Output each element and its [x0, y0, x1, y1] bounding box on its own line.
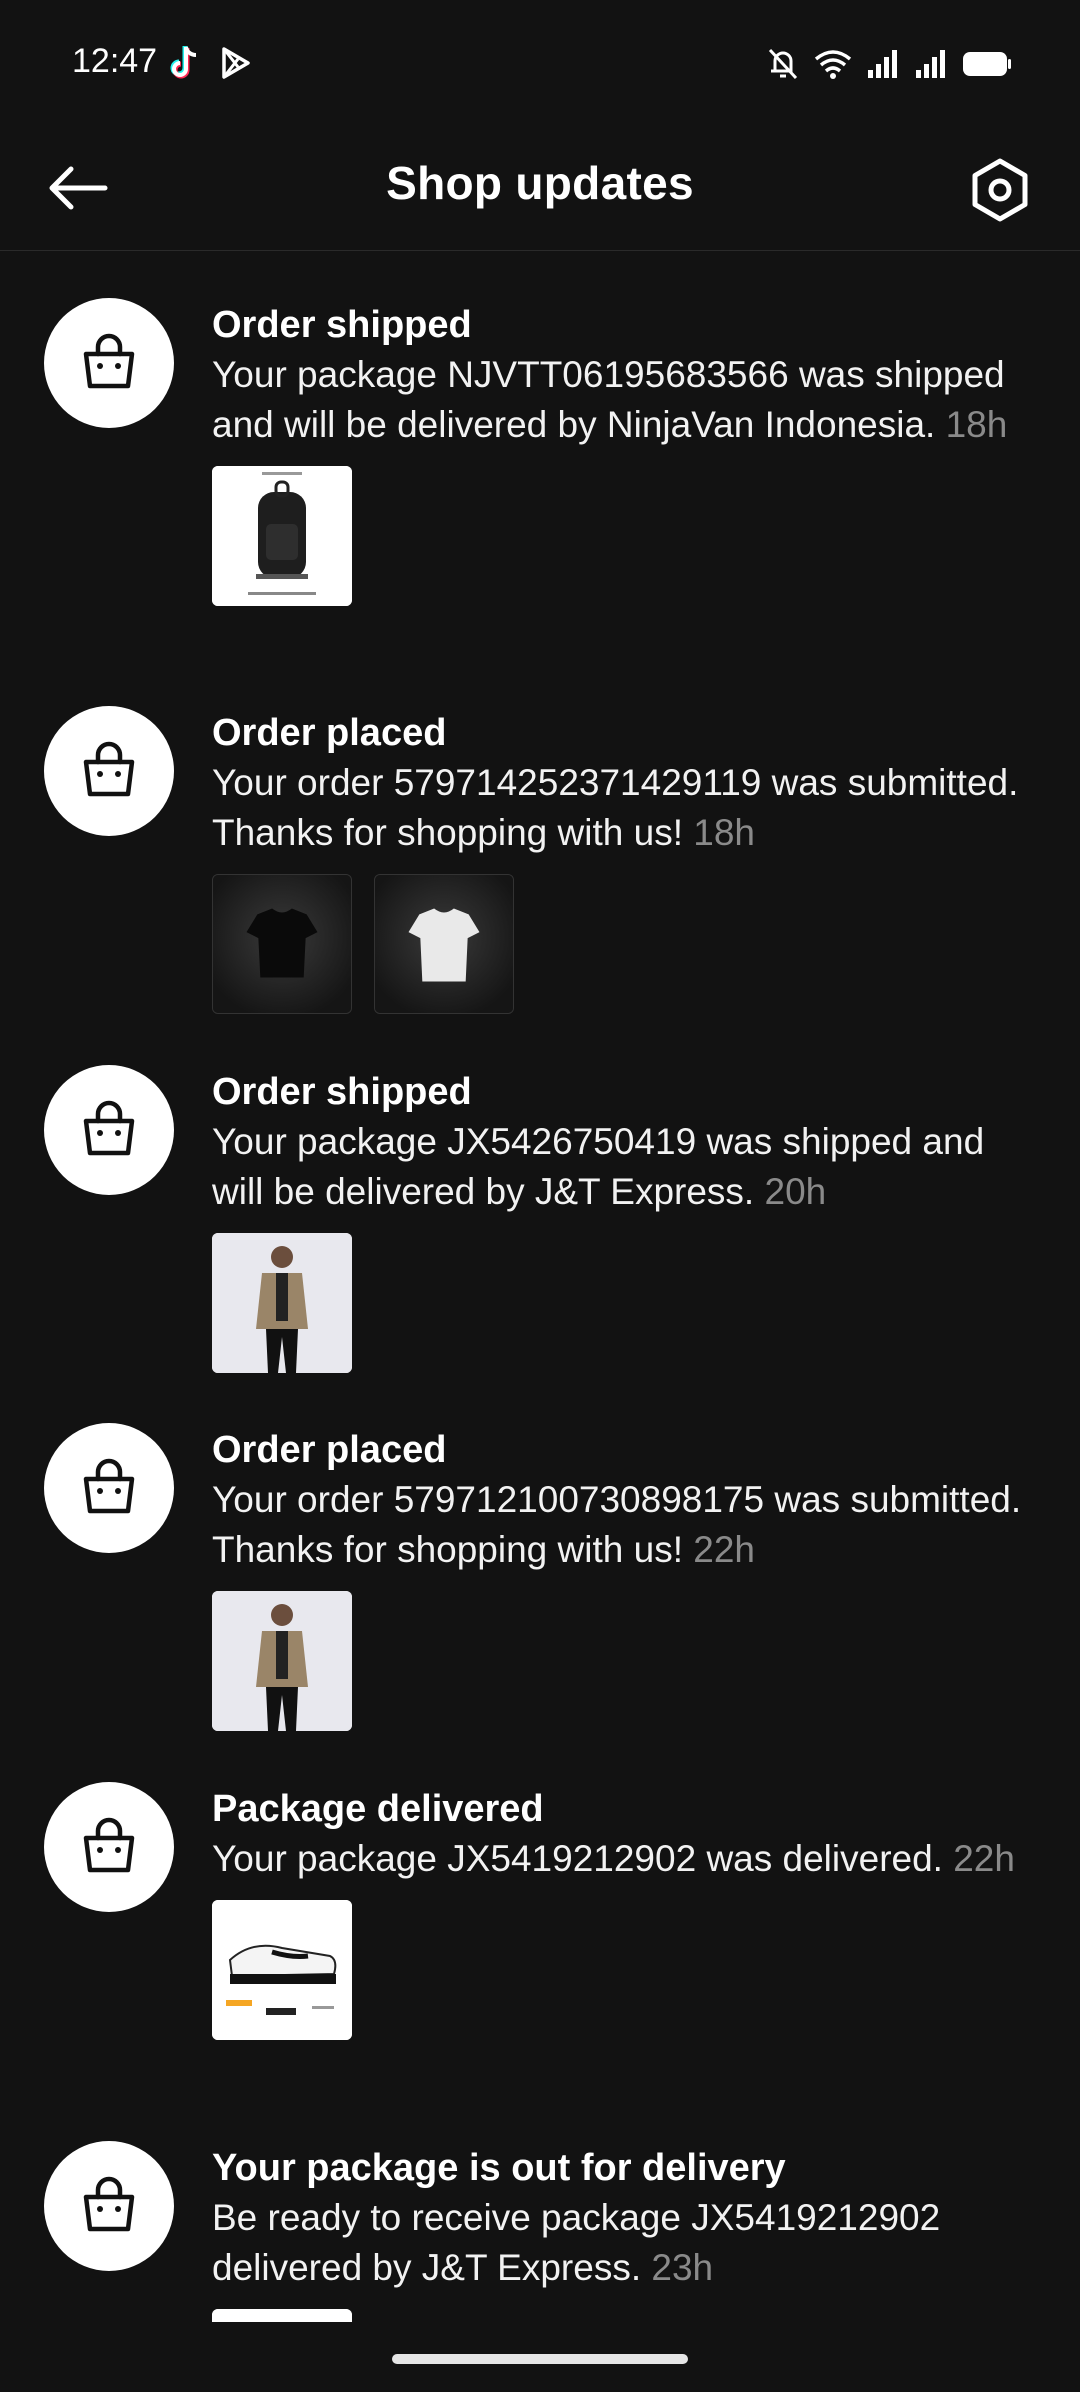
signal-icon [868, 50, 897, 78]
notification-title: Package delivered [212, 1788, 544, 1830]
play-store-icon [222, 47, 250, 79]
shop-avatar [44, 1423, 174, 1553]
notification-body: Your order 579714252371429119 was submit… [212, 762, 1019, 853]
shopping-bag-icon [83, 741, 135, 797]
notification-time: 22h [693, 1529, 755, 1570]
notification-body: Your package JX5419212902 was delivered.… [212, 1838, 1015, 1879]
notification-list[interactable]: Order shipped Your package NJVTT06195683… [0, 252, 1080, 2322]
jacket-model-image [212, 1233, 352, 1373]
notification-title: Order placed [212, 712, 447, 754]
product-thumbnail[interactable] [212, 2309, 352, 2322]
battery-icon [963, 52, 1011, 76]
notification-body: Your package NJVTT06195683566 was shippe… [212, 354, 1008, 445]
shopping-bag-icon [83, 1817, 135, 1873]
notification-title: Your package is out for delivery [212, 2147, 786, 2189]
white-tshirt-image [375, 875, 513, 1013]
backpack-image [212, 466, 352, 606]
sneaker-image [212, 2309, 352, 2322]
shop-avatar [44, 706, 174, 836]
shopping-bag-icon [83, 2176, 135, 2232]
shop-avatar [44, 298, 174, 428]
product-thumbnail[interactable] [212, 466, 352, 606]
jacket-model-image [212, 1591, 352, 1731]
notification-time: 20h [764, 1171, 827, 1212]
settings-button[interactable] [960, 150, 1040, 230]
status-time: 12:47 [72, 42, 158, 80]
shopping-bag-icon [83, 333, 135, 389]
notification-body: Be ready to receive package JX5419212902… [212, 2197, 941, 2288]
product-thumbnail[interactable] [374, 874, 514, 1014]
gear-icon [972, 158, 1028, 222]
notification-time: 18h [693, 812, 755, 853]
product-thumbnail[interactable] [212, 1591, 352, 1731]
shop-avatar [44, 2141, 174, 2271]
notification-body: Your package JX5426750419 was shipped an… [212, 1121, 985, 1212]
tiktok-icon [170, 46, 197, 79]
home-indicator[interactable] [392, 2354, 688, 2364]
shop-avatar [44, 1065, 174, 1195]
top-bar: Shop updates [0, 130, 1080, 251]
shopping-bag-icon [83, 1100, 135, 1156]
shop-avatar [44, 1782, 174, 1912]
product-thumbnail[interactable] [212, 874, 352, 1014]
sneaker-image [212, 1900, 352, 2040]
notification-time: 23h [651, 2247, 714, 2288]
mute-bell-icon [768, 48, 798, 80]
notification-title: Order placed [212, 1429, 447, 1471]
notification-time: 22h [953, 1838, 1015, 1879]
shopping-bag-icon [83, 1458, 135, 1514]
product-thumbnail[interactable] [212, 1233, 352, 1373]
notification-time: 18h [945, 404, 1008, 445]
notification-title: Order shipped [212, 304, 472, 346]
notification-body: Your order 579712100730898175 was submit… [212, 1479, 1022, 1570]
black-tshirt-image [213, 875, 351, 1013]
signal-icon [916, 50, 945, 78]
product-thumbnail[interactable] [212, 1900, 352, 2040]
status-bar: 12:47 [0, 0, 1080, 130]
notification-title: Order shipped [212, 1071, 472, 1113]
page-title: Shop updates [386, 157, 694, 209]
wifi-icon [814, 50, 852, 79]
